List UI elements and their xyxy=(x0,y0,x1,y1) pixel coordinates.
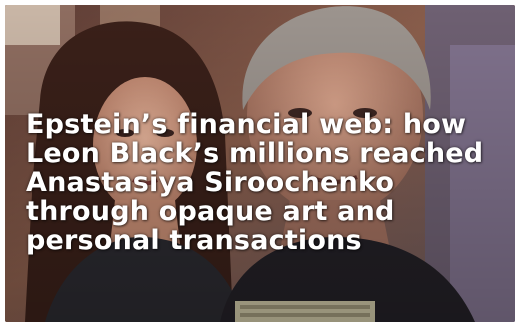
article-card[interactable]: Epstein’s financial web: how Leon Black’… xyxy=(0,0,523,327)
article-headline[interactable]: Epstein’s financial web: how Leon Black’… xyxy=(26,110,506,255)
